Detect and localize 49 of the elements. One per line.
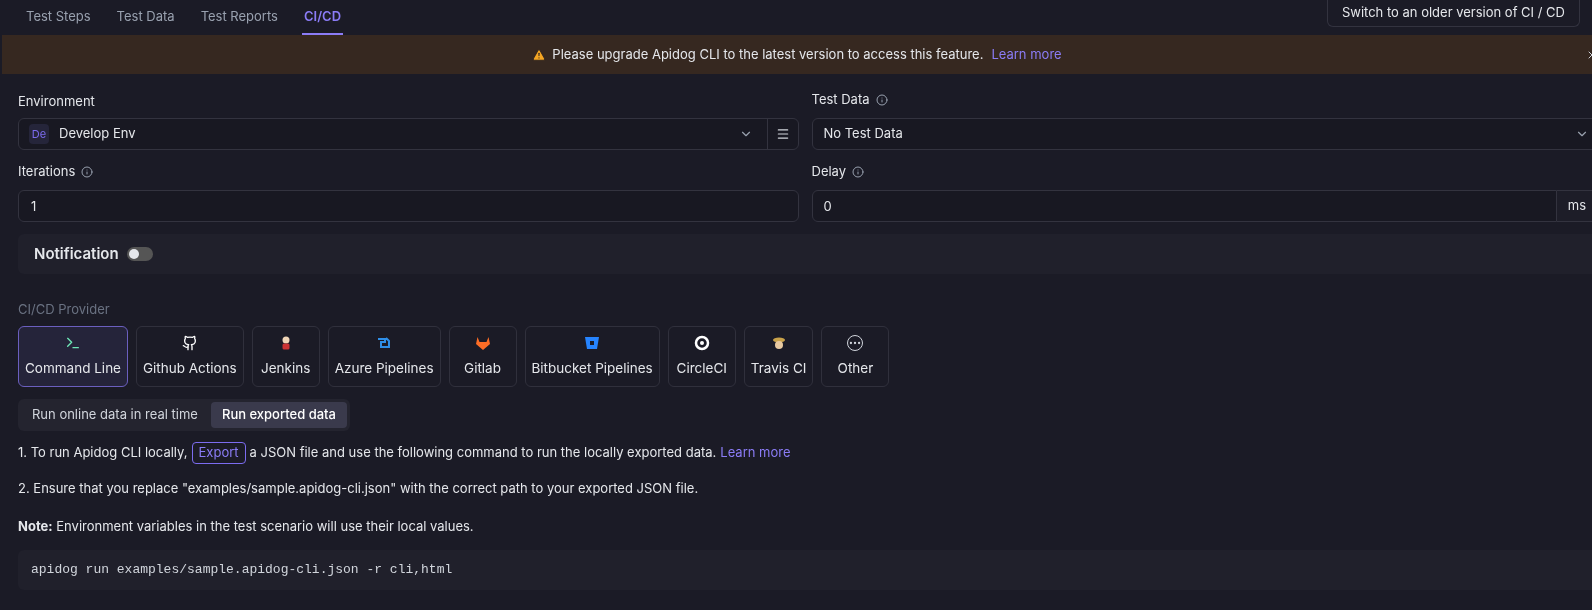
- notification-toggle[interactable]: [126, 247, 153, 261]
- delay-field[interactable]: 0: [811, 190, 1557, 222]
- circle-icon: [693, 334, 710, 351]
- provider-card[interactable]: Github Actions: [136, 326, 244, 387]
- note-text: Note: Environment variables in the test scenario will use their local values.: [18, 516, 475, 536]
- menu-icon[interactable]: [775, 127, 790, 141]
- field-label: Test Data: [811, 90, 870, 110]
- mode-tab[interactable]: Run exported data: [210, 402, 347, 428]
- bucket-icon: [584, 334, 601, 351]
- provider-card[interactable]: Gitlab: [448, 326, 517, 387]
- select-value: No Test Data: [823, 124, 904, 144]
- instruction-text: a JSON file and use the following command to run the locally exported data.: [249, 443, 717, 463]
- info-icon: [875, 94, 888, 106]
- command-code-block: apidog run examples/sample.apidog-cli.json -r cli,html: [18, 550, 1592, 590]
- section-label: CI/CD Provider: [18, 300, 111, 316]
- provider-card[interactable]: Travis CI: [743, 326, 814, 387]
- fox-icon: [474, 334, 491, 351]
- instruction-text: 2. Ensure that you replace "examples/sample.apidog-cli.json" with the correct path to your exported JSON file.: [18, 479, 700, 498]
- field-label: Environment: [18, 92, 96, 108]
- provider-card[interactable]: Azure Pipelines: [327, 326, 441, 387]
- export-button[interactable]: Export: [191, 442, 246, 464]
- select-value: Develop Env: [59, 124, 137, 144]
- provider-card[interactable]: Command Line: [18, 326, 128, 387]
- instruction-text: 1. To run Apidog CLI locally,: [18, 443, 188, 463]
- environment-select[interactable]: De Develop Env: [18, 118, 799, 150]
- env-badge: De: [29, 124, 49, 144]
- tab[interactable]: Test Reports: [198, 0, 280, 35]
- provider-card[interactable]: CircleCI: [667, 326, 736, 387]
- azure-icon: [376, 334, 393, 351]
- mode-tab[interactable]: Run online data in real time: [21, 402, 209, 428]
- learn-more-link[interactable]: Learn more: [720, 443, 791, 463]
- notification-title: Notification: [34, 242, 119, 265]
- info-icon: [81, 166, 94, 178]
- warning-icon: [532, 47, 547, 62]
- tab[interactable]: Test Steps: [24, 0, 93, 35]
- provider-card[interactable]: Jenkins: [251, 326, 320, 387]
- test-data-select[interactable]: No Test Data: [811, 118, 1592, 150]
- iterations-field[interactable]: 1: [18, 190, 799, 222]
- banner-message: Please upgrade Apidog CLI to the latest version to access this feature.: [552, 44, 984, 64]
- tab[interactable]: Test Data: [114, 0, 177, 35]
- provider-card[interactable]: Other: [821, 326, 890, 387]
- learn-more-link[interactable]: Learn more: [991, 44, 1062, 65]
- unit-label: ms: [1556, 190, 1592, 222]
- info-icon: [852, 166, 865, 178]
- field-label: Delay: [811, 162, 847, 182]
- github-icon: [181, 334, 198, 351]
- field-label: Iterations: [18, 162, 76, 182]
- switch-version-button[interactable]: Switch to an older version of CI / CD: [1326, 0, 1580, 27]
- provider-card[interactable]: Bitbucket Pipelines: [524, 326, 660, 387]
